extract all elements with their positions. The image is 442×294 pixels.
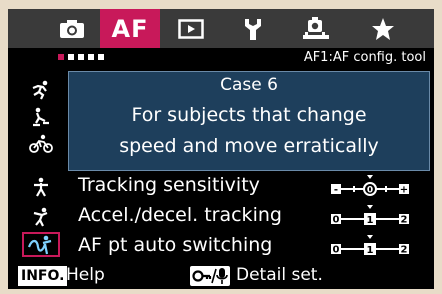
case6-erratic-icon	[27, 235, 52, 254]
tab-shooting[interactable]	[48, 9, 96, 48]
case-6-item[interactable]	[22, 232, 60, 257]
case-description-panel: Case 6 For subjects that change speed an…	[68, 71, 430, 171]
tab-af[interactable]: AF	[100, 9, 160, 48]
menu-footer: INFO. Help Detail set.	[8, 262, 434, 289]
page-indicator-dot	[58, 54, 64, 60]
case4-figure-icon	[34, 177, 48, 197]
lcd-screen: AF AF1:AF config. tool Case 6 For subjec…	[8, 9, 434, 289]
detail-set-label: Detail set.	[236, 265, 323, 285]
scale-max-label: +	[400, 185, 408, 196]
case2-skater-icon	[33, 107, 49, 126]
menu-subheader: AF1:AF config. tool	[8, 48, 434, 69]
tab-my-menu[interactable]	[358, 9, 408, 48]
scale-value-label: 0	[367, 186, 373, 196]
custom-function-icon	[303, 16, 329, 39]
case-1-item[interactable]	[22, 77, 60, 102]
param-label: Accel./decel. tracking	[78, 204, 282, 226]
case-description-line: speed and move erratically	[119, 135, 379, 157]
page-indicator-dot	[98, 54, 104, 60]
case-2-item[interactable]	[22, 104, 60, 129]
case3-cyclist-icon	[29, 134, 53, 153]
case-3-item[interactable]	[22, 131, 60, 156]
key-mic-icon	[192, 268, 228, 284]
case-title: Case 6	[220, 75, 278, 95]
scale-value-label: 1	[367, 215, 374, 226]
case-5-item[interactable]	[22, 204, 60, 229]
scale-min-label: 0	[333, 245, 340, 256]
camera-icon	[60, 19, 84, 38]
scale-value-label: 1	[367, 245, 374, 256]
tab-custom-functions[interactable]	[290, 9, 342, 48]
scale-pointer	[367, 205, 373, 209]
param-row-af-pt-auto-switching[interactable]: AF pt auto switching 0 2 1	[68, 231, 434, 261]
case-4-item[interactable]	[22, 174, 60, 199]
case1-runner-icon	[32, 80, 48, 99]
scale-max-label: 2	[401, 215, 408, 226]
param-label: AF pt auto switching	[78, 234, 273, 256]
wrench-icon	[245, 18, 261, 40]
scale-pointer	[367, 175, 373, 179]
scale-min-label: -	[334, 185, 338, 196]
param-label: Tracking sensitivity	[78, 174, 260, 196]
tab-setup[interactable]	[230, 9, 276, 48]
page-indicator-dot	[68, 54, 74, 60]
info-button-icon[interactable]: INFO.	[18, 266, 68, 286]
param-row-tracking-sensitivity[interactable]: Tracking sensitivity - + 0	[68, 171, 434, 201]
case-description-line: For subjects that change	[131, 104, 367, 126]
scale-pointer	[367, 235, 373, 239]
af-pt-auto-switching-scale: 0 2 1	[331, 235, 409, 256]
scale-max-label: 2	[401, 245, 408, 256]
accel-decel-tracking-scale: 0 2 1	[331, 205, 409, 226]
lock-mic-button-icon[interactable]	[190, 266, 230, 286]
case5-gymnast-icon	[33, 207, 48, 226]
tab-playback[interactable]	[166, 9, 216, 48]
page-indicator-dot	[88, 54, 94, 60]
star-icon	[372, 17, 394, 40]
page-title: AF1:AF config. tool	[303, 50, 426, 65]
menu-tab-bar: AF	[8, 9, 434, 48]
playback-icon	[178, 18, 204, 39]
page-indicator-dot	[78, 54, 84, 60]
tab-af-label: AF	[111, 14, 149, 43]
tracking-sensitivity-scale: - + 0	[331, 175, 409, 196]
param-row-accel-decel-tracking[interactable]: Accel./decel. tracking 0 2 1	[68, 201, 434, 231]
help-label: Help	[66, 265, 105, 285]
scale-min-label: 0	[333, 215, 340, 226]
